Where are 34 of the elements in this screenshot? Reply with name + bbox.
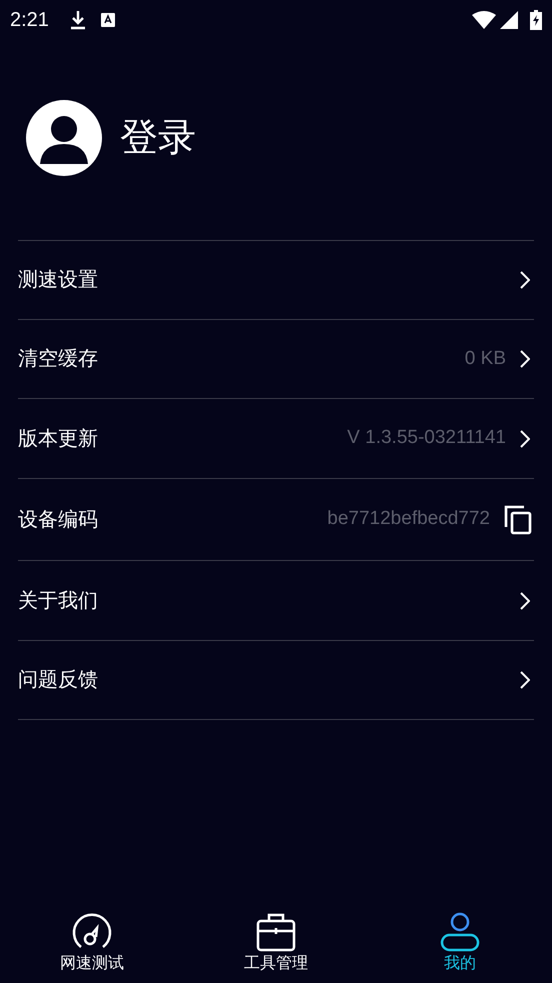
- app-notification-icon: [100, 13, 115, 27]
- nav-tab[interactable]: 我的: [368, 900, 552, 983]
- settings-row[interactable]: 版本更新 V 1.3.55-03211141: [18, 399, 534, 479]
- download-icon: [68, 10, 87, 30]
- nav-tab[interactable]: 工具管理: [184, 900, 368, 983]
- status-time: 2:21: [10, 8, 49, 33]
- wifi-icon: [472, 11, 496, 29]
- row-label: 版本更新: [18, 426, 99, 452]
- chevron-icon: [520, 350, 530, 368]
- copy-icon[interactable]: [504, 504, 532, 534]
- chevron-icon: [520, 592, 530, 610]
- chevron-icon: [520, 271, 530, 289]
- nav-tab[interactable]: 网速测试: [0, 900, 184, 983]
- row-value: 0 KB: [464, 346, 506, 371]
- row-label: 关于我们: [18, 588, 99, 614]
- login-link[interactable]: 登录: [120, 110, 196, 166]
- toolbox-icon: [256, 912, 296, 952]
- settings-row[interactable]: 问题反馈: [18, 641, 534, 720]
- settings-row[interactable]: 清空缓存 0 KB: [18, 320, 534, 399]
- row-value: V 1.3.55-03211141: [347, 426, 506, 450]
- chevron-icon: [520, 671, 530, 689]
- row-label: 问题反馈: [18, 668, 99, 693]
- row-label: 测速设置: [18, 268, 99, 293]
- row-label: 清空缓存: [18, 347, 99, 372]
- row-label: 设备编码: [18, 508, 99, 532]
- battery-icon: [530, 10, 542, 30]
- row-value: be7712befbecd772: [327, 507, 490, 532]
- avatar-icon[interactable]: [26, 100, 102, 176]
- settings-row[interactable]: 关于我们: [18, 561, 534, 641]
- user-icon: [440, 912, 480, 952]
- settings-row[interactable]: 设备编码 be7712befbecd772: [18, 479, 534, 561]
- settings-row[interactable]: 测速设置: [18, 241, 534, 320]
- signal-icon: [500, 11, 518, 29]
- chevron-icon: [520, 430, 530, 448]
